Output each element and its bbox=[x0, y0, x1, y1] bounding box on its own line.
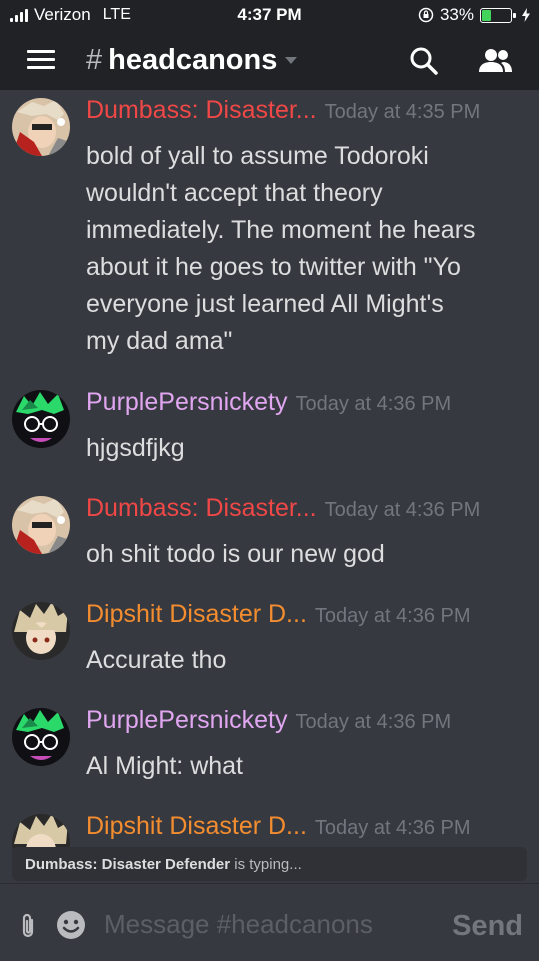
author-name[interactable]: Dipshit Disaster D... bbox=[86, 812, 307, 840]
message-line: wouldn't accept that theory bbox=[86, 179, 383, 207]
emoji-icon[interactable] bbox=[56, 910, 86, 940]
attachment-icon[interactable] bbox=[18, 912, 38, 940]
members-icon[interactable] bbox=[476, 45, 514, 77]
battery-icon bbox=[480, 7, 516, 23]
message-composer: Send bbox=[0, 883, 539, 961]
author-name[interactable]: Dumbass: Disaster... bbox=[86, 96, 317, 124]
battery-percent: 33% bbox=[439, 5, 474, 24]
message-line: about it he goes to twitter with "Yo bbox=[86, 253, 461, 281]
author-name[interactable]: Dumbass: Disaster... bbox=[86, 494, 317, 522]
message-body: hjgsdfjkg bbox=[86, 430, 526, 467]
chevron-down-icon bbox=[285, 57, 298, 64]
message-line: oh shit todo is our new god bbox=[86, 540, 385, 568]
menu-icon[interactable] bbox=[27, 50, 55, 70]
author-name[interactable]: PurplePersnickety bbox=[86, 388, 287, 416]
channel-title[interactable]: # headcanons bbox=[86, 44, 298, 77]
avatar[interactable] bbox=[12, 602, 70, 660]
channel-hash-icon: # bbox=[86, 44, 103, 76]
message-author[interactable]: Dipshit Disaster D... Today at 4:36 PM bbox=[86, 600, 471, 629]
avatar[interactable] bbox=[12, 496, 70, 554]
typing-text: is typing... bbox=[230, 856, 302, 873]
status-right: 33% bbox=[418, 5, 531, 25]
message-line: Al Might: what bbox=[86, 752, 244, 780]
avatar[interactable] bbox=[12, 390, 70, 448]
message-timestamp: Today at 4:36 PM bbox=[314, 817, 471, 839]
message-body: oh shit todo is our new god bbox=[86, 536, 526, 573]
search-icon[interactable] bbox=[408, 45, 440, 77]
message-author[interactable]: Dumbass: Disaster... Today at 4:35 PM bbox=[86, 96, 480, 125]
message-line: immediately. The moment he hears bbox=[86, 216, 476, 244]
author-name[interactable]: Dipshit Disaster D... bbox=[86, 600, 307, 628]
typing-user: Dumbass: Disaster Defender bbox=[25, 856, 231, 873]
message-author[interactable]: PurplePersnickety Today at 4:36 PM bbox=[86, 388, 451, 417]
message-timestamp: Today at 4:36 PM bbox=[295, 393, 452, 415]
message-line: hjgsdfjkg bbox=[86, 434, 185, 462]
message-author[interactable]: PurplePersnickety Today at 4:36 PM bbox=[86, 706, 451, 735]
message-input[interactable] bbox=[104, 902, 434, 946]
message-line: Accurate tho bbox=[86, 646, 227, 674]
message-author[interactable]: Dumbass: Disaster... Today at 4:36 PM bbox=[86, 494, 480, 523]
send-button[interactable]: Send bbox=[452, 910, 523, 943]
message-timestamp: Today at 4:36 PM bbox=[295, 711, 452, 733]
channel-header: # headcanons bbox=[0, 30, 539, 90]
channel-name: headcanons bbox=[108, 44, 278, 76]
message-line: my dad ama" bbox=[86, 327, 233, 355]
message-list[interactable]: Dumbass: Disaster... Today at 4:35 PM bol… bbox=[0, 90, 539, 880]
message-author[interactable]: Dipshit Disaster D... Today at 4:36 PM bbox=[86, 812, 471, 841]
message-body: bold of yall to assume Todoroki wouldn't… bbox=[86, 138, 526, 360]
author-name[interactable]: PurplePersnickety bbox=[86, 706, 287, 734]
avatar[interactable] bbox=[12, 708, 70, 766]
message-line: bold of yall to assume Todoroki bbox=[86, 142, 429, 170]
typing-indicator: Dumbass: Disaster Defender is typing... bbox=[12, 847, 527, 881]
charging-bolt-icon bbox=[522, 8, 530, 22]
message-timestamp: Today at 4:35 PM bbox=[324, 101, 481, 123]
avatar[interactable] bbox=[12, 98, 70, 156]
message-body: Accurate tho bbox=[86, 642, 526, 679]
status-bar: Verizon LTE 4:37 PM 33% bbox=[0, 0, 539, 30]
message-timestamp: Today at 4:36 PM bbox=[314, 605, 471, 627]
message-line: everyone just learned All Might's bbox=[86, 290, 444, 318]
message-timestamp: Today at 4:36 PM bbox=[324, 499, 481, 521]
rotation-lock-icon bbox=[418, 7, 434, 23]
message-body: Al Might: what bbox=[86, 748, 526, 785]
